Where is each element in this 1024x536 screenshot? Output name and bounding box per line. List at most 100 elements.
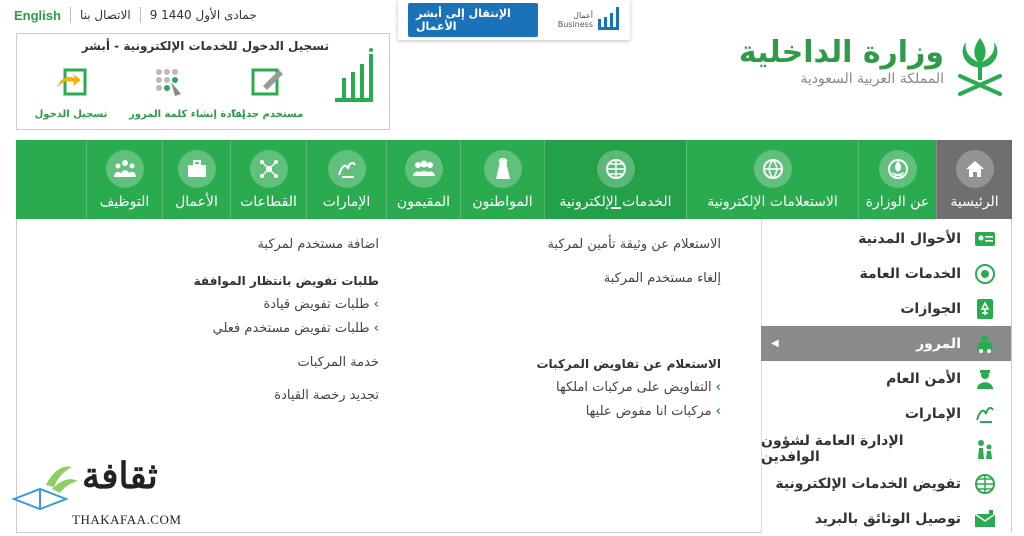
absher-business-logo: أعمال Business	[558, 7, 620, 33]
divider	[69, 7, 71, 23]
side-item-expatriates[interactable]: الإدارة العامة لشؤون الوافدين	[761, 431, 1011, 466]
login-label: تسجيل الدخول	[34, 109, 108, 120]
absher-business-logo-en: Business	[557, 20, 593, 29]
login-action[interactable]: تسجيل الدخول	[31, 66, 111, 121]
nav-business-label: الأعمال	[175, 194, 218, 210]
heading-pending-authorizations: طلبات تفويض بانتظار الموافقة	[193, 274, 379, 288]
nav-business[interactable]: الأعمال	[162, 140, 230, 219]
chevron-right-icon: ›	[373, 297, 379, 312]
new-user-icon	[251, 68, 283, 96]
link-cancel-vehicle-user[interactable]: إلغاء مستخدم المركبة	[604, 271, 721, 286]
side-item-label: الأمن العام	[886, 370, 961, 387]
link-insurance-inquiry[interactable]: الاستعلام عن وثيقة تأمين لمركبة	[547, 237, 721, 252]
absher-icon	[598, 7, 619, 30]
traffic-icon	[973, 332, 997, 356]
nav-about-label: عن الوزارة	[865, 194, 930, 210]
nav-employment[interactable]: التوظيف	[86, 140, 162, 219]
link-pending-actual-user[interactable]: ›طلبات تفويض مستخدم فعلي	[213, 321, 379, 336]
globe-inquiry-icon	[753, 150, 792, 188]
nav-emirates-label: الإمارات	[322, 194, 371, 210]
nav-e-inquiries-label: الاستعلامات الإلكترونية	[707, 194, 838, 210]
nav-citizens-label: المواطنون	[472, 194, 533, 210]
mail-icon	[973, 507, 997, 531]
side-item-traffic[interactable]: ◀ المرور	[761, 326, 1011, 361]
id-card-icon	[973, 227, 997, 251]
contact-link[interactable]: الاتصال بنا	[80, 8, 131, 22]
link-renew-license[interactable]: تجديد رخصة القيادة	[274, 388, 379, 403]
absher-login-box: تسجيل الدخول للخدمات الإلكترونية - أبشر …	[16, 33, 390, 130]
side-item-label: الإدارة العامة لشؤون الوافدين	[761, 432, 904, 465]
nav-citizens[interactable]: المواطنون	[460, 140, 544, 219]
home-icon	[955, 150, 994, 188]
emirates-icon	[973, 402, 997, 426]
link-auth-owned-label: التفاويض على مركبات املكها	[556, 380, 712, 395]
residents-icon	[404, 150, 443, 188]
sector-side-menu: الأحوال المدنية الخدمات العامة الجوازات …	[761, 219, 1011, 533]
side-item-mail-delivery[interactable]: توصيل الوثائق بالبريد	[761, 501, 1011, 536]
top-bar: English الاتصال بنا 9 جمادى الأول 1440	[14, 4, 257, 26]
passport-icon	[973, 297, 997, 321]
chevron-right-icon: ›	[715, 380, 721, 395]
nav-sectors[interactable]: القطاعات	[230, 140, 306, 219]
nav-about[interactable]: عن الوزارة	[858, 140, 936, 219]
nav-sectors-label: القطاعات	[240, 194, 297, 210]
side-item-label: الجوازات	[900, 300, 961, 317]
link-delegated-label: مركبات انا مفوض عليها	[585, 404, 712, 419]
side-item-label: تفويض الخدمات الإلكترونية	[775, 475, 961, 492]
saudi-emblem-icon	[958, 38, 1002, 96]
chevron-left-icon: ◀	[771, 338, 779, 349]
watermark-url: THAKAFAA.COM	[72, 512, 182, 527]
watermark-arabic: ثقافة	[82, 455, 158, 497]
chevron-right-icon: ›	[373, 321, 379, 336]
link-add-vehicle-user[interactable]: اضافة مستخدم لمركبة	[257, 237, 379, 252]
expatriates-icon	[974, 437, 997, 461]
nav-emirates[interactable]: الإمارات	[306, 140, 386, 219]
side-item-label: المرور	[916, 335, 961, 352]
side-item-civil-affairs[interactable]: الأحوال المدنية	[761, 221, 1011, 256]
absher-business-button[interactable]: الإنتقال إلى أبشر الأعمال	[408, 3, 538, 37]
nav-residents-label: المقيمون	[396, 194, 451, 210]
public-services-icon	[973, 262, 997, 286]
ministry-emblem-icon	[878, 150, 917, 188]
sectors-icon	[249, 150, 288, 188]
nav-residents[interactable]: المقيمون	[386, 140, 460, 219]
reset-password-action[interactable]: إعادة إنشاء كلمة المرور	[129, 66, 245, 121]
login-title: تسجيل الدخول للخدمات الإلكترونية - أبشر	[81, 39, 329, 53]
chevron-right-icon: ›	[715, 404, 721, 419]
side-item-label: الخدمات العامة	[859, 265, 961, 282]
side-item-label: الأحوال المدنية	[858, 230, 961, 247]
hijri-date: 9 جمادى الأول 1440	[149, 8, 257, 22]
reset-password-icon	[156, 69, 181, 96]
police-icon	[973, 367, 997, 391]
nav-employment-label: التوظيف	[99, 194, 150, 210]
link-auth-owned-vehicles[interactable]: ›التفاويض على مركبات املكها	[556, 380, 721, 395]
nav-home-label: الرئيسية	[950, 194, 999, 210]
nav-e-inquiries[interactable]: الاستعلامات الإلكترونية	[686, 140, 858, 219]
side-item-emirates[interactable]: الإمارات	[761, 396, 1011, 431]
divider	[139, 7, 141, 23]
side-item-passports[interactable]: الجوازات	[761, 291, 1011, 326]
side-item-public-security[interactable]: الأمن العام	[761, 361, 1011, 396]
ministry-title: وزارة الداخلية	[738, 35, 944, 70]
globe-icon	[596, 150, 635, 188]
english-link[interactable]: English	[14, 8, 61, 23]
side-item-label: توصيل الوثائق بالبريد	[814, 510, 961, 527]
active-indicator	[610, 207, 621, 211]
link-vehicle-service[interactable]: خدمة المركبات	[298, 355, 380, 370]
absher-business-logo-ar: أعمال	[573, 11, 593, 20]
link-pending-drive[interactable]: ›طلبات تفويض قيادة	[263, 297, 379, 312]
side-item-public-services[interactable]: الخدمات العامة	[761, 256, 1011, 291]
employment-icon	[105, 150, 144, 188]
nav-home[interactable]: الرئيسية	[936, 140, 1012, 219]
link-pending-actual-label: طلبات تفويض مستخدم فعلي	[212, 321, 370, 336]
side-item-e-services-delegation[interactable]: تفويض الخدمات الإلكترونية	[761, 466, 1011, 501]
link-delegated-vehicles[interactable]: ›مركبات انا مفوض عليها	[586, 404, 721, 419]
watermark: ثقافة THAKAFAA.COM	[10, 455, 190, 535]
ministry-subtitle: المملكة العربية السعودية	[800, 71, 944, 87]
citizen-icon	[483, 150, 522, 188]
nav-e-services[interactable]: الخدمات الإلكترونية	[544, 140, 686, 219]
absher-logo-icon	[335, 48, 373, 102]
book-logo-icon	[11, 466, 78, 511]
ministry-logo[interactable]: وزارة الداخلية المملكة العربية السعودية	[739, 32, 1010, 102]
absher-business-banner: الإنتقال إلى أبشر الأعمال أعمال Business	[398, 0, 630, 40]
